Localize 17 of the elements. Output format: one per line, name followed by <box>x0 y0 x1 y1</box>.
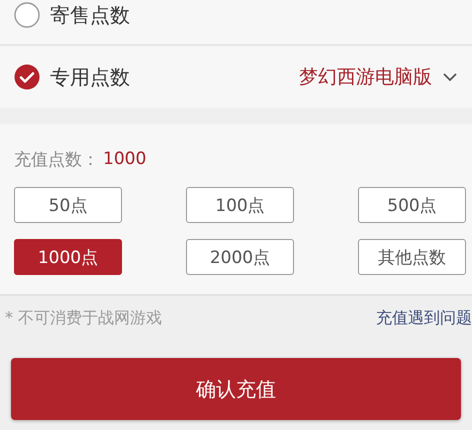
option-label: 寄售点数 <box>50 2 130 28</box>
checked-radio-icon[interactable] <box>14 64 40 90</box>
game-selector[interactable]: 梦幻西游电脑版 <box>299 64 432 90</box>
chevron-down-icon[interactable] <box>442 72 458 82</box>
radio-icon[interactable] <box>14 2 40 28</box>
help-link[interactable]: 充值遇到问题 <box>376 308 472 328</box>
option-label: 专用点数 <box>50 64 130 90</box>
amount-option[interactable]: 100点 <box>186 187 294 223</box>
amount-option[interactable]: 其他点数 <box>358 239 466 275</box>
amount-option[interactable]: 500点 <box>358 187 466 223</box>
amount-label: 充值点数： <box>14 148 99 170</box>
note-text: * 不可消费于战网游戏 <box>5 308 162 328</box>
confirm-button[interactable]: 确认充值 <box>11 358 461 420</box>
amount-option[interactable]: 1000点 <box>14 239 122 275</box>
amount-option[interactable]: 50点 <box>14 187 122 223</box>
amount-value: 1000 <box>103 149 146 169</box>
amount-option[interactable]: 2000点 <box>186 239 294 275</box>
